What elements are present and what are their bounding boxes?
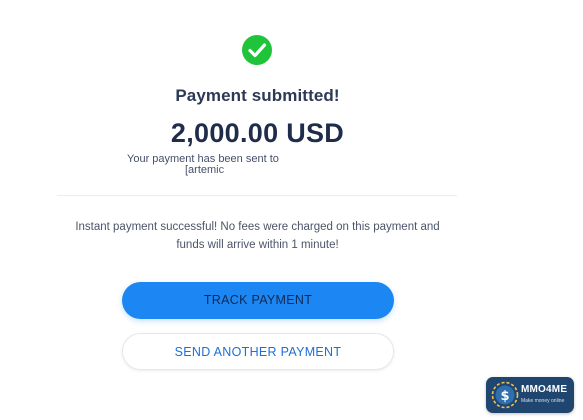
payment-note-line-1: Instant payment successful! No fees were… — [75, 221, 440, 233]
mmo4me-watermark: $ MMO4ME Make money online — [486, 377, 574, 413]
recipient-container: [artemic — [185, 164, 330, 178]
dollar-coin-icon: $ — [491, 381, 519, 409]
check-circle-icon — [242, 35, 272, 65]
payment-confirmation-page: Payment submitted! 2,000.00 USD Your pay… — [0, 0, 583, 420]
svg-text:$: $ — [500, 389, 509, 404]
watermark-tagline: Make money online — [521, 398, 565, 404]
page-title: Payment submitted! — [175, 86, 340, 105]
track-payment-button[interactable]: TRACK PAYMENT — [122, 282, 394, 319]
payment-note-line-2: funds will arrive within 1 minute! — [176, 239, 339, 251]
divider — [57, 195, 457, 196]
payment-note: Instant payment successful! No fees were… — [0, 218, 515, 254]
recipient-name: [artemic — [185, 164, 225, 176]
watermark-name: MMO4ME — [521, 384, 568, 395]
payment-amount: 2,000.00 USD — [170, 118, 345, 148]
send-another-payment-button[interactable]: SEND ANOTHER PAYMENT — [122, 333, 394, 370]
